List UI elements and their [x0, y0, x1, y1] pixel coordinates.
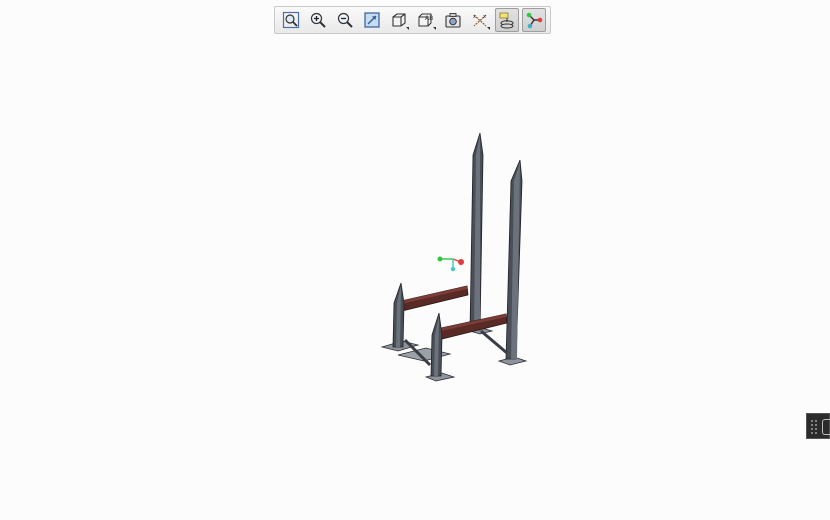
frame-assembly-model[interactable] [370, 125, 540, 390]
annotation-display-icon [499, 12, 514, 29]
annotation-display-button[interactable] [495, 8, 519, 32]
brace [480, 329, 508, 355]
spin-center-triad [437, 256, 464, 272]
display-style-button[interactable]: AB [414, 8, 438, 32]
view-manager-button[interactable] [441, 8, 465, 32]
zoom-fit-button[interactable] [279, 8, 303, 32]
svg-text:x: x [473, 14, 476, 20]
spin-center-button[interactable] [522, 8, 546, 32]
zoom-out-icon [337, 12, 353, 28]
zoom-in-button[interactable] [306, 8, 330, 32]
panel-expand-icon [822, 419, 830, 435]
graphics-toolbar: AB x x [274, 6, 551, 34]
dropdown-caret-icon [487, 27, 490, 30]
zoom-in-icon [310, 12, 326, 28]
svg-text:x: x [483, 14, 486, 20]
refit-window-button[interactable] [360, 8, 384, 32]
saved-views-button[interactable] [387, 8, 411, 32]
datum-display-button[interactable]: x x [468, 8, 492, 32]
dropdown-caret-icon [433, 27, 436, 30]
refit-window-icon [364, 12, 380, 28]
collapsed-side-panel-tab[interactable] [806, 413, 830, 439]
svg-text:AB: AB [425, 15, 433, 22]
spin-center-icon [526, 12, 543, 29]
graphics-window[interactable]: AB x x [0, 0, 830, 520]
zoom-fit-icon [282, 11, 300, 29]
zoom-out-button[interactable] [333, 8, 357, 32]
view-manager-icon [445, 13, 461, 28]
dropdown-caret-icon [406, 27, 409, 30]
grip-icon [810, 419, 818, 435]
